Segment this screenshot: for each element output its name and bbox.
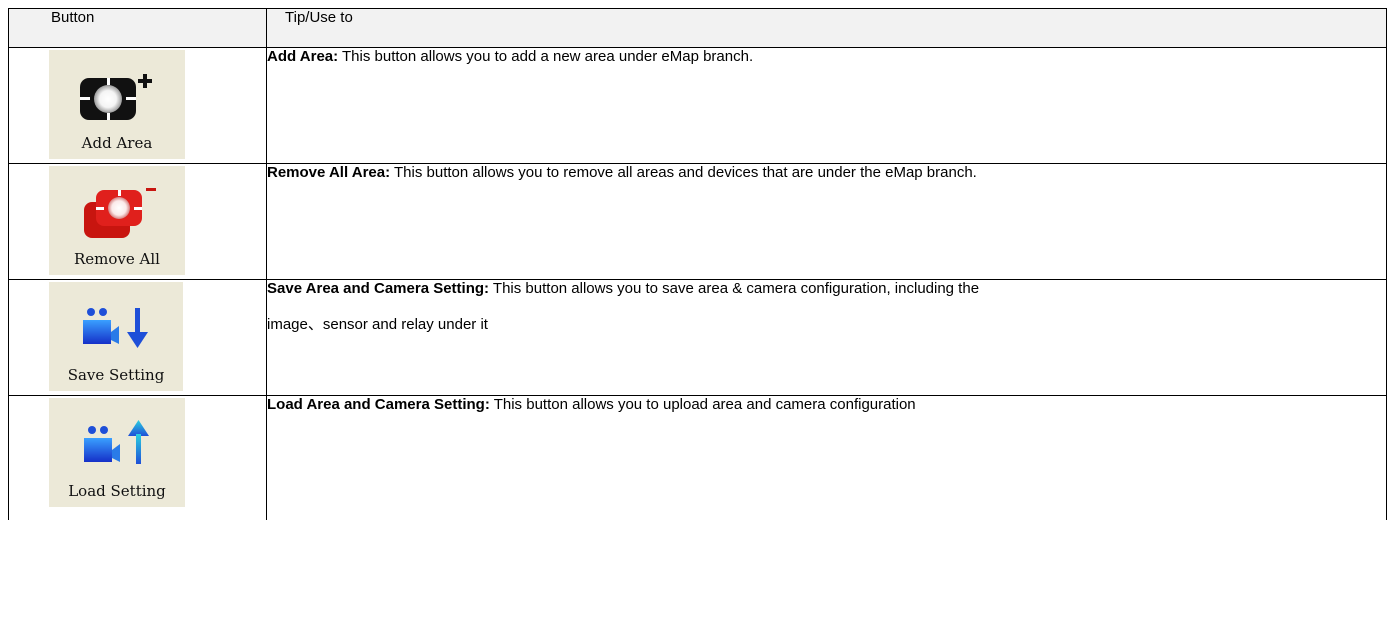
header-button: Button	[8, 8, 267, 48]
button-label: Save Setting	[67, 366, 165, 384]
add-area-button[interactable]: Add Area	[49, 50, 185, 159]
tip-text: This button allows you to upload area an…	[489, 396, 916, 413]
load-setting-icon	[49, 412, 185, 472]
tip-title: Load Area and Camera Setting:	[267, 396, 490, 413]
table-row: Add Area Add Area: This button allows yo…	[8, 47, 1387, 164]
tip-text: This button allows you to add a new area…	[338, 48, 754, 65]
tip-text-continued: image、sensor and relay under it	[267, 316, 488, 333]
tip-text: This button allows you to remove all are…	[390, 164, 977, 181]
button-label: Remove All	[74, 250, 160, 268]
button-label: Load Setting	[68, 482, 166, 500]
tip-title: Save Area and Camera Setting:	[267, 280, 490, 297]
table-header-row: Button Tip/Use to	[8, 8, 1387, 48]
header-tip: Tip/Use to	[266, 8, 1387, 48]
load-setting-button[interactable]: Load Setting	[49, 398, 185, 507]
save-setting-button[interactable]: Save Setting	[49, 282, 183, 391]
save-setting-icon	[49, 296, 183, 356]
tip-text: This button allows you to save area & ca…	[489, 280, 980, 297]
table-row: Remove All Remove All Area: This button …	[8, 163, 1387, 280]
table-row: Load Setting Load Area and Camera Settin…	[8, 395, 1387, 520]
remove-all-icon	[49, 180, 185, 240]
tip-title: Add Area:	[267, 48, 339, 65]
button-label: Add Area	[81, 134, 153, 152]
remove-all-button[interactable]: Remove All	[49, 166, 185, 275]
add-area-icon	[49, 64, 185, 124]
tip-title: Remove All Area:	[267, 164, 391, 181]
button-reference-table: Button Tip/Use to Add Area Add Area: Thi…	[8, 8, 1387, 520]
table-row: Save Setting Save Area and Camera Settin…	[8, 279, 1387, 396]
